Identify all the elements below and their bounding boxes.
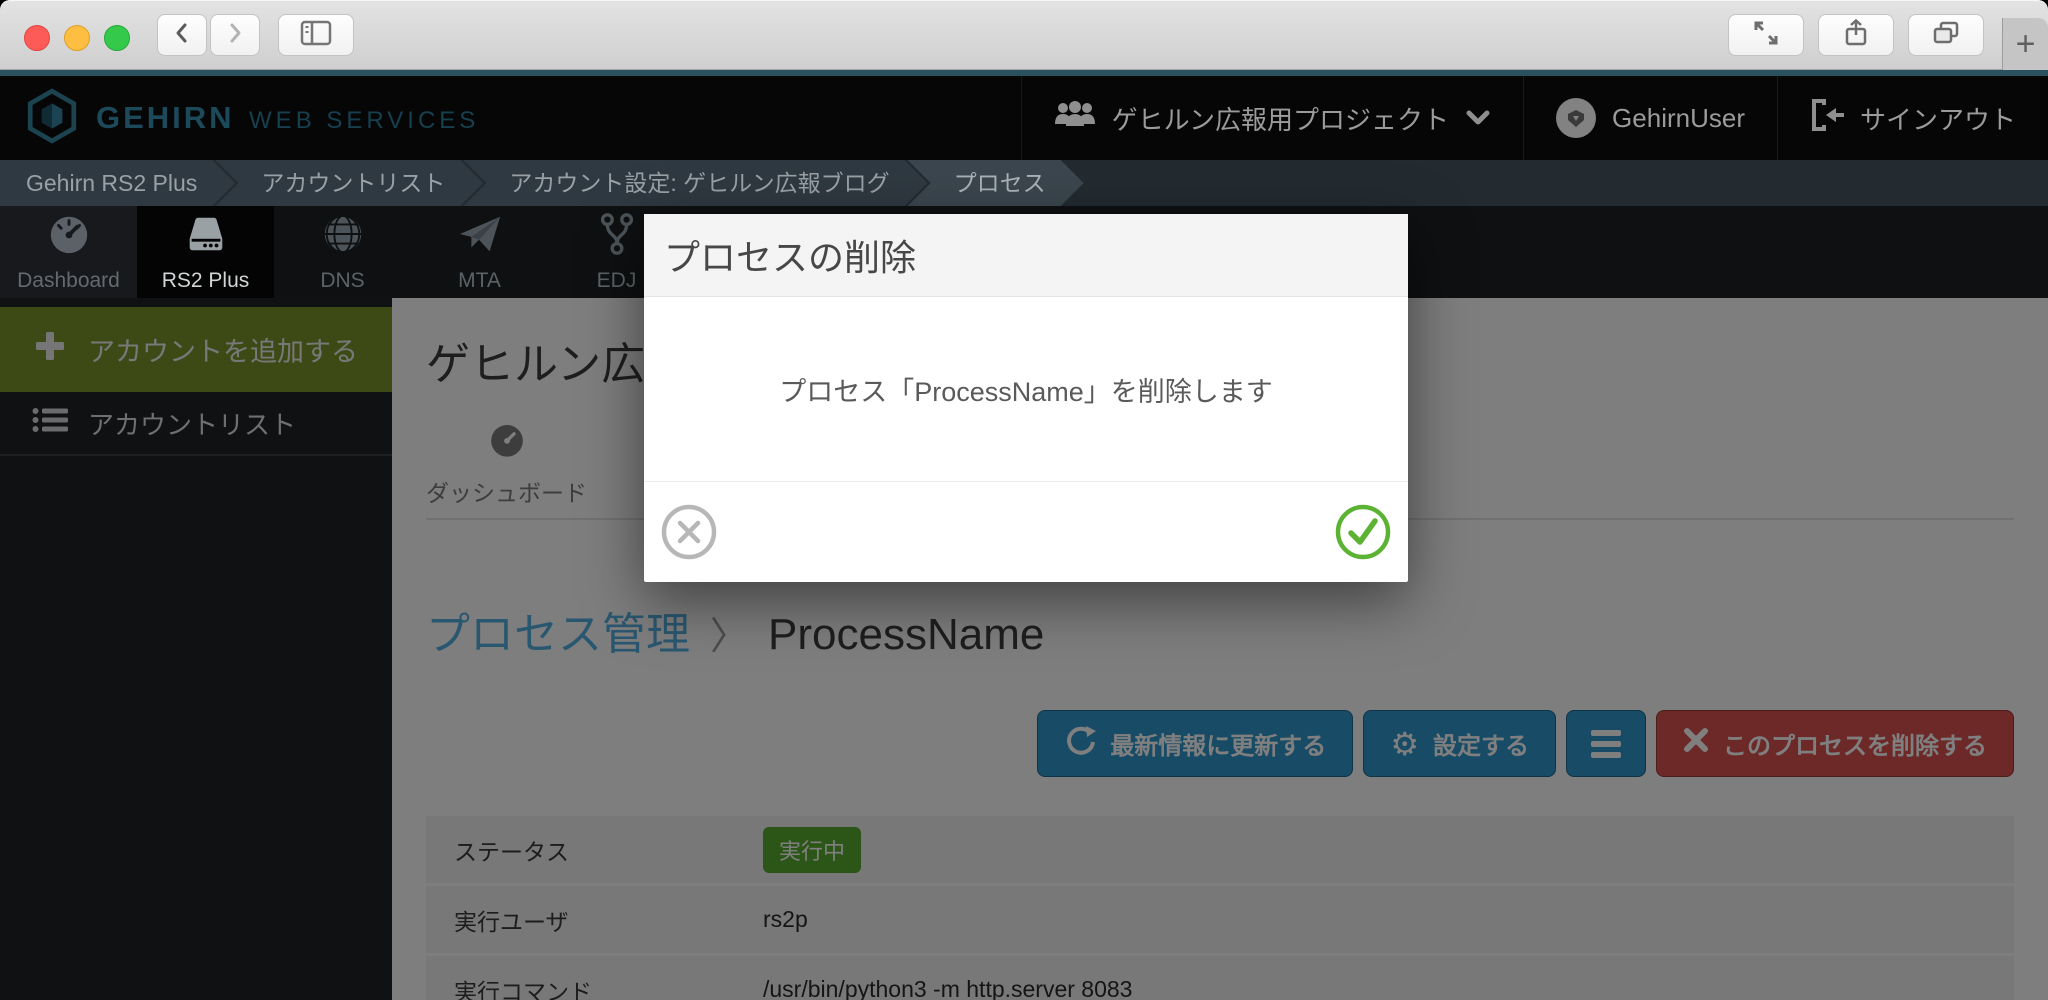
back-icon <box>169 20 195 51</box>
forward-icon <box>222 20 248 51</box>
modal-header: プロセスの削除 <box>644 214 1408 297</box>
tab-overview-icon <box>1931 19 1961 52</box>
modal-message: プロセス「ProcessName」を削除します <box>779 370 1273 409</box>
dashboard-gauge-icon <box>46 211 92 262</box>
modal-footer <box>644 481 1408 581</box>
gehirn-logo: GEHIRN WEB SERVICES <box>0 88 479 149</box>
project-selector[interactable]: ゲヒルン広報用プロジェクト <box>1021 76 1523 160</box>
new-tab-button[interactable]: + <box>2002 18 2048 70</box>
fullscreen-icon <box>1751 18 1781 53</box>
plus-icon: + <box>2016 25 2036 64</box>
close-window-button[interactable] <box>24 25 50 51</box>
sidebar-toggle-icon <box>300 20 332 51</box>
breadcrumb-item-account-settings[interactable]: アカウント設定: ゲヒルン広報ブログ <box>463 160 927 206</box>
window-controls <box>24 25 130 51</box>
user-menu[interactable]: GehirnUser <box>1523 76 1777 160</box>
nav-tab-label: Dashboard <box>17 269 120 293</box>
nav-tab-dns[interactable]: DNS <box>274 206 411 298</box>
server-icon <box>183 211 229 262</box>
nav-tab-label: EDJ <box>597 269 637 293</box>
breadcrumb-item-account-list[interactable]: アカウントリスト <box>215 160 483 206</box>
tab-overview-button[interactable] <box>1908 14 1984 56</box>
hexagon-logo-icon <box>26 88 78 149</box>
site-header: GEHIRN WEB SERVICES ゲヒルン広報用プロジェクト <box>0 76 2048 160</box>
browser-toolbar: + <box>0 0 2048 70</box>
nav-tab-dashboard[interactable]: Dashboard <box>0 206 137 298</box>
share-button[interactable] <box>1818 14 1894 56</box>
breadcrumb-item-process[interactable]: プロセス <box>908 160 1084 206</box>
git-branch-icon <box>594 211 640 262</box>
signout-door-icon <box>1810 97 1844 140</box>
paper-plane-icon <box>457 211 503 262</box>
project-label: ゲヒルン広報用プロジェクト <box>1112 100 1449 137</box>
modal-confirm-button[interactable] <box>1334 503 1392 561</box>
fullscreen-button[interactable] <box>1728 14 1804 56</box>
modal-cancel-button[interactable] <box>660 503 718 561</box>
delete-process-modal: プロセスの削除 プロセス「ProcessName」を削除します <box>644 214 1408 582</box>
back-button[interactable] <box>157 14 207 56</box>
modal-body: プロセス「ProcessName」を削除します <box>644 297 1408 481</box>
nav-tab-label: RS2 Plus <box>162 269 250 293</box>
nav-tab-label: MTA <box>458 269 501 293</box>
brand-suffix: WEB SERVICES <box>249 107 479 134</box>
browser-sidebar-toggle-button[interactable] <box>278 14 354 56</box>
brand-name: GEHIRN <box>96 100 235 135</box>
nav-tab-rs2plus[interactable]: RS2 Plus <box>137 206 274 298</box>
zoom-window-button[interactable] <box>104 25 130 51</box>
avatar <box>1556 98 1596 138</box>
people-icon <box>1054 100 1096 137</box>
nav-tab-label: DNS <box>320 269 364 293</box>
chevron-down-icon <box>1465 103 1491 134</box>
breadcrumb-item-rs2plus[interactable]: Gehirn RS2 Plus <box>0 160 235 206</box>
signout-label: サインアウト <box>1860 100 2016 137</box>
minimize-window-button[interactable] <box>64 25 90 51</box>
header-right: ゲヒルン広報用プロジェクト GehirnUser サインアウト <box>1021 76 2048 160</box>
nav-tab-mta[interactable]: MTA <box>411 206 548 298</box>
modal-title: プロセスの削除 <box>664 229 916 281</box>
breadcrumb: Gehirn RS2 Plus アカウントリスト アカウント設定: ゲヒルン広報… <box>0 160 2048 206</box>
forward-button[interactable] <box>210 14 260 56</box>
share-icon <box>1842 18 1870 53</box>
globe-icon <box>320 211 366 262</box>
signout-button[interactable]: サインアウト <box>1777 76 2048 160</box>
screen: + GEHIRN WEB SERVICES <box>0 0 2048 1000</box>
user-name: GehirnUser <box>1612 103 1745 134</box>
